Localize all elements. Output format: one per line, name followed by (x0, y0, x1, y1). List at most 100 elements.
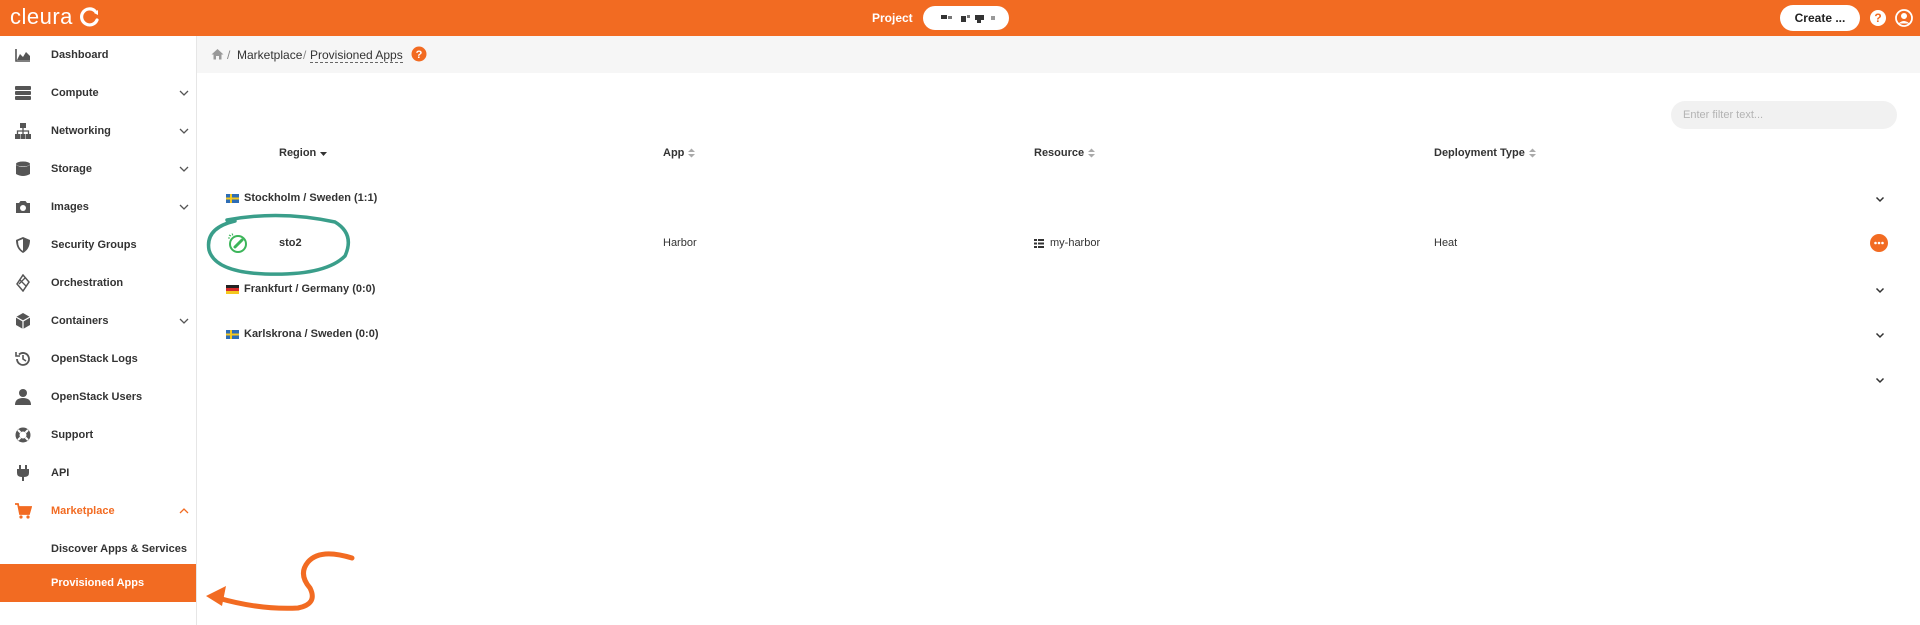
help-icon[interactable]: ? (1868, 8, 1888, 28)
chart-area-icon (15, 49, 30, 62)
deployment-status-icon (228, 233, 247, 253)
row-deployment-type: Heat (1434, 237, 1458, 249)
logo-mark-icon (79, 7, 99, 27)
chevron-down-icon (179, 128, 189, 134)
column-header-label: Deployment Type (1434, 147, 1525, 159)
plug-icon (17, 465, 29, 481)
project-selector: Project (872, 6, 1009, 30)
sidebar-item-label: Discover Apps & Services (51, 543, 187, 555)
sidebar-item-discover-apps[interactable]: Discover Apps & Services (0, 530, 196, 568)
breadcrumb-marketplace[interactable]: Marketplace (237, 48, 302, 62)
column-header-resource[interactable]: Resource (1034, 147, 1096, 159)
cart-icon (15, 503, 32, 519)
sidebar-item-networking[interactable]: Networking (0, 112, 196, 150)
ellipsis-icon (1874, 241, 1884, 245)
chevron-down-icon[interactable] (1875, 330, 1885, 340)
sidebar-item-label: Storage (51, 163, 92, 175)
annotation-arrow (206, 551, 355, 611)
chevron-down-icon[interactable] (1875, 375, 1885, 385)
sidebar-item-openstack-users[interactable]: OpenStack Users (0, 378, 196, 416)
region-group-stockholm[interactable]: Stockholm / Sweden (1:1) (226, 192, 377, 204)
svg-text:?: ? (416, 49, 423, 61)
row-region[interactable]: sto2 (279, 237, 302, 249)
camera-icon (16, 201, 30, 213)
help-icon[interactable]: ? (411, 46, 427, 62)
breadcrumb-separator: / (227, 48, 231, 62)
sidebar-item-orchestration[interactable]: Orchestration (0, 264, 196, 302)
sidebar-item-compute[interactable]: Compute (0, 74, 196, 112)
sidebar-item-label: Images (51, 201, 89, 213)
column-header-deployment-type[interactable]: Deployment Type (1434, 147, 1536, 159)
home-icon[interactable] (211, 48, 224, 60)
logo-text: cleura (10, 4, 73, 29)
project-label: Project (872, 11, 913, 25)
lifebuoy-icon (15, 427, 31, 443)
chevron-down-icon[interactable] (1875, 285, 1885, 295)
column-header-label: Resource (1034, 147, 1085, 159)
region-group-frankfurt[interactable]: Frankfurt / Germany (0:0) (226, 283, 375, 295)
project-select[interactable] (922, 6, 1009, 30)
breadcrumb-separator: / (303, 48, 307, 62)
region-group-label: Stockholm / Sweden (1:1) (244, 192, 378, 204)
sidebar-item-label: Support (51, 429, 94, 441)
region-group-karlskrona[interactable]: Karlskrona / Sweden (0:0) (226, 328, 379, 340)
region-group-label: Karlskrona / Sweden (0:0) (244, 328, 379, 340)
table-grid-icon (1034, 239, 1044, 248)
sidebar-item-label: Marketplace (51, 505, 115, 517)
breadcrumb-current: Provisioned Apps (310, 48, 403, 63)
cube-icon (15, 313, 31, 329)
sidebar-item-api[interactable]: API (0, 454, 196, 492)
breadcrumb: / Marketplace / Provisioned Apps ? (197, 36, 1920, 73)
history-icon (15, 352, 30, 366)
sidebar-item-label: Networking (51, 125, 111, 137)
sidebar-item-openstack-logs[interactable]: OpenStack Logs (0, 340, 196, 378)
sidebar-item-marketplace[interactable]: Marketplace (0, 492, 196, 530)
orchestration-icon (16, 274, 30, 292)
sidebar-item-label: Containers (51, 315, 109, 327)
chevron-down-icon (179, 318, 189, 324)
top-bar: cleura Project Create ... ? (0, 0, 1920, 36)
chevron-down-icon (179, 166, 189, 172)
germany-flag-icon (226, 284, 239, 294)
svg-text:?: ? (1874, 11, 1881, 25)
sidebar-item-label: API (51, 467, 70, 479)
sweden-flag-icon (226, 193, 239, 203)
column-header-label: Region (279, 147, 317, 159)
chevron-down-icon (179, 204, 189, 210)
chevron-down-icon (179, 90, 189, 96)
sidebar-item-security-groups[interactable]: Security Groups (0, 226, 196, 264)
shield-icon (16, 237, 30, 253)
row-resource[interactable]: my-harbor (1050, 237, 1100, 249)
column-header-region[interactable]: Region (279, 147, 328, 159)
sidebar-item-label: OpenStack Logs (51, 353, 138, 365)
sidebar-item-dashboard[interactable]: Dashboard (0, 36, 196, 74)
sidebar: Dashboard Compute Networking Storage Ima… (0, 36, 197, 625)
filter-input[interactable] (1671, 101, 1897, 129)
sidebar-item-label: OpenStack Users (51, 391, 143, 403)
database-icon (16, 161, 30, 176)
sidebar-item-label: Security Groups (51, 239, 137, 251)
sidebar-item-support[interactable]: Support (0, 416, 196, 454)
sidebar-item-label: Orchestration (51, 277, 124, 289)
chevron-down-icon[interactable] (1875, 194, 1885, 204)
region-group-label: Frankfurt / Germany (0:0) (244, 283, 376, 295)
user-account-icon[interactable] (1894, 8, 1914, 28)
user-icon (15, 389, 31, 405)
sweden-flag-icon (226, 329, 239, 339)
sidebar-item-images[interactable]: Images (0, 188, 196, 226)
sort-icon (1088, 148, 1096, 158)
row-app: Harbor (663, 237, 697, 249)
sidebar-item-storage[interactable]: Storage (0, 150, 196, 188)
sidebar-item-provisioned-apps[interactable]: Provisioned Apps (0, 564, 196, 602)
cleura-logo[interactable]: cleura (10, 4, 101, 30)
server-icon (15, 86, 31, 100)
sort-icon (1528, 148, 1536, 158)
sidebar-item-label: Dashboard (51, 49, 109, 61)
row-actions-button[interactable] (1870, 234, 1888, 252)
sidebar-item-containers[interactable]: Containers (0, 302, 196, 340)
column-header-app[interactable]: App (663, 147, 696, 159)
create-button[interactable]: Create ... (1780, 5, 1860, 31)
sort-desc-icon (320, 152, 328, 156)
sidebar-item-label: Provisioned Apps (51, 577, 145, 589)
sidebar-item-label: Compute (51, 87, 99, 99)
